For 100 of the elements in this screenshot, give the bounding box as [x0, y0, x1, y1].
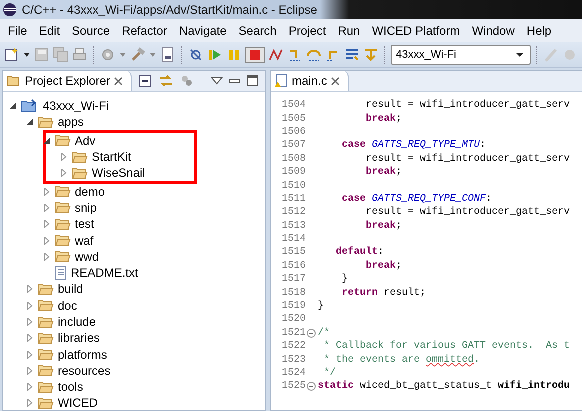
- menu-item[interactable]: Refactor: [116, 24, 174, 38]
- tree-item[interactable]: apps: [58, 115, 84, 130]
- fold-toggle-icon[interactable]: [307, 328, 316, 338]
- code-line: }: [341, 274, 348, 286]
- tree-item[interactable]: snip: [75, 200, 98, 215]
- disconnect-icon[interactable]: [268, 46, 284, 62]
- tree-item[interactable]: WiseSnail: [92, 166, 146, 180]
- collapsed-arrow-icon[interactable]: [26, 350, 34, 359]
- collapse-all-icon[interactable]: [138, 74, 152, 88]
- collapsed-arrow-icon[interactable]: [43, 204, 51, 212]
- tree-item[interactable]: test: [75, 217, 94, 232]
- line-number: 1521: [282, 328, 307, 339]
- project-explorer-tab[interactable]: Project Explorer: [3, 71, 132, 91]
- collapsed-arrow-icon[interactable]: [43, 188, 51, 196]
- stop-icon[interactable]: [245, 46, 265, 62]
- menu-item[interactable]: Navigate: [173, 24, 233, 38]
- collapsed-arrow-icon[interactable]: [43, 236, 51, 245]
- folder-icon: [38, 316, 54, 328]
- tree-item[interactable]: 43xxx_Wi-Fi: [43, 99, 110, 114]
- line-number: 1505: [282, 114, 307, 125]
- tree-item[interactable]: include: [58, 315, 96, 329]
- maximize-icon[interactable]: [247, 75, 259, 87]
- folder-icon: [55, 185, 71, 198]
- menu-item[interactable]: Source: [66, 24, 116, 38]
- line-number: 1525: [282, 381, 307, 392]
- code-line: * the events are ommitted.: [323, 354, 480, 366]
- menu-item[interactable]: WICED Platform: [366, 24, 466, 38]
- collapsed-arrow-icon[interactable]: [60, 153, 68, 162]
- view-menu-icon[interactable]: [211, 76, 223, 86]
- expanded-arrow-icon[interactable]: [26, 118, 34, 126]
- tree-item[interactable]: libraries: [58, 331, 100, 346]
- line-number: 1519: [282, 301, 307, 312]
- collapsed-arrow-icon[interactable]: [26, 302, 34, 310]
- printer-icon[interactable]: [72, 46, 88, 62]
- collapsed-arrow-icon[interactable]: [26, 318, 34, 326]
- folder-icon: [55, 201, 71, 214]
- tree-item[interactable]: README.txt: [71, 266, 138, 280]
- collapsed-arrow-icon[interactable]: [26, 399, 34, 408]
- folder-icon: [38, 332, 54, 345]
- save-all-icon[interactable]: [53, 46, 69, 62]
- collapsed-arrow-icon[interactable]: [26, 285, 34, 294]
- collapsed-arrow-icon[interactable]: [26, 383, 34, 392]
- hammer-icon[interactable]: [130, 46, 146, 62]
- code-line: case GATTS_REQ_TYPE_MTU:: [341, 140, 486, 152]
- main-c-tab[interactable]: main.c: [271, 71, 350, 91]
- project-folder-icon: [21, 99, 39, 114]
- menu-item[interactable]: Project: [282, 24, 332, 38]
- expanded-arrow-icon[interactable]: [9, 102, 17, 110]
- folder-icon: [55, 250, 71, 264]
- skip-breakpoints-icon[interactable]: [188, 46, 204, 62]
- collapsed-arrow-icon[interactable]: [26, 334, 34, 342]
- tree-item[interactable]: wwd: [75, 250, 100, 264]
- folder-icon: [55, 134, 71, 148]
- tree-item[interactable]: StartKit: [92, 150, 132, 164]
- new-file-icon[interactable]: [4, 46, 20, 62]
- tree-item[interactable]: platforms: [58, 348, 108, 362]
- close-icon[interactable]: [331, 76, 340, 86]
- tree-item[interactable]: build: [58, 282, 84, 296]
- code-line: */: [323, 368, 336, 379]
- close-icon[interactable]: [114, 76, 124, 86]
- line-number: 1506: [282, 126, 307, 138]
- collapsed-arrow-icon[interactable]: [43, 220, 51, 228]
- folder-icon: [72, 166, 88, 180]
- collapsed-arrow-icon[interactable]: [43, 252, 51, 261]
- folder-icon: [55, 234, 71, 248]
- folder-icon: [55, 218, 71, 231]
- line-number: 1508: [282, 154, 307, 165]
- folder-icon: [38, 396, 54, 410]
- tree-item[interactable]: tools: [58, 380, 84, 394]
- menu-item[interactable]: Edit: [33, 24, 66, 38]
- collapsed-arrow-icon[interactable]: [26, 366, 34, 375]
- link-arrows-icon[interactable]: [158, 74, 174, 88]
- tree-item[interactable]: WICED: [58, 396, 98, 410]
- tree-item[interactable]: waf: [75, 234, 94, 248]
- tree-item[interactable]: doc: [58, 298, 78, 313]
- code-line: default:: [335, 247, 384, 258]
- line-number: 1523: [282, 354, 307, 366]
- code-line: /*: [318, 328, 330, 339]
- menu-item[interactable]: File: [2, 24, 34, 38]
- menu-item[interactable]: Help: [520, 24, 558, 38]
- expanded-arrow-icon[interactable]: [43, 136, 51, 145]
- tree-item[interactable]: demo: [75, 184, 106, 199]
- tree-item[interactable]: Adv: [75, 134, 96, 148]
- line-number: 1504: [282, 100, 307, 112]
- code-line: break;: [365, 114, 402, 125]
- binary-file-icon[interactable]: [160, 46, 176, 62]
- code-line: static wiced_bt_gatt_status_t wifi_introdu: [318, 381, 570, 392]
- line-number: 1516: [282, 260, 307, 272]
- menu-item[interactable]: Search: [232, 24, 283, 38]
- fold-toggle-icon[interactable]: [307, 382, 316, 392]
- menu-item[interactable]: Window: [466, 24, 521, 38]
- collapsed-arrow-icon[interactable]: [60, 169, 68, 178]
- target-dropdown[interactable]: 43xxx_Wi-Fi: [391, 44, 531, 64]
- code-line: result = wifi_introducer_gatt_serv: [365, 207, 570, 218]
- line-number: 1513: [282, 220, 307, 232]
- instruction-step-icon[interactable]: [344, 46, 360, 62]
- tree-item[interactable]: resources: [58, 364, 111, 378]
- menu-item[interactable]: Run: [332, 24, 366, 38]
- line-number: 1512: [282, 207, 307, 218]
- code-line: return result;: [341, 288, 426, 299]
